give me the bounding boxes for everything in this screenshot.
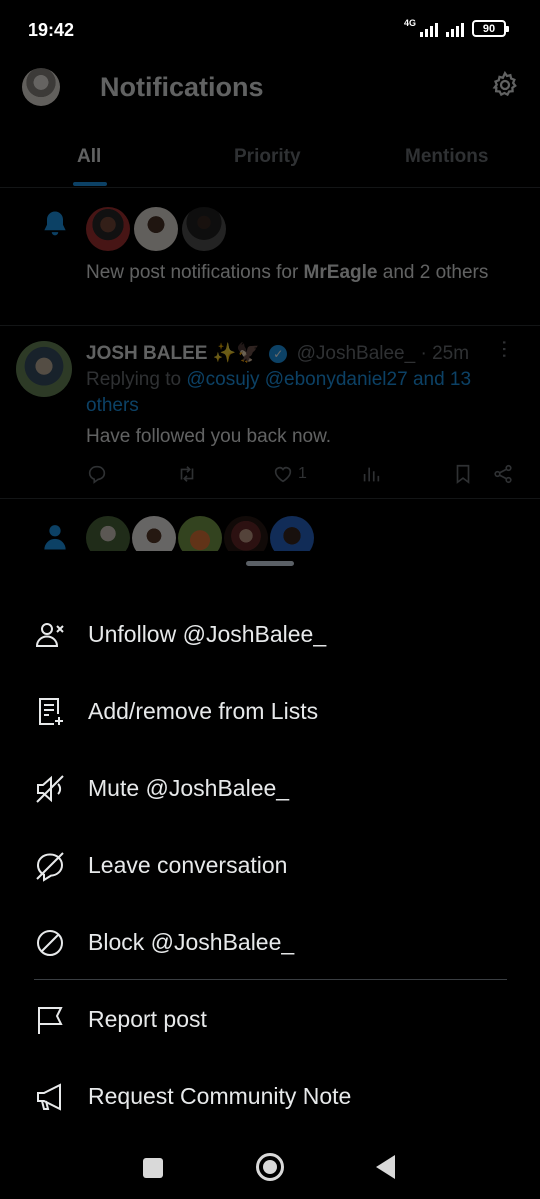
status-bar: 19:42 4G 90 <box>0 0 540 60</box>
home-button[interactable] <box>256 1153 284 1181</box>
status-icons: 4G 90 <box>403 17 509 37</box>
avatar-group <box>86 207 226 251</box>
tab-priority[interactable]: Priority <box>234 146 301 168</box>
status-time: 19:42 <box>28 20 75 40</box>
community-note-label: Request Community Note <box>88 1083 352 1109</box>
tab-indicator <box>73 182 107 186</box>
author-avatar[interactable] <box>16 341 72 397</box>
author-name[interactable]: JOSH BALEE <box>86 343 207 364</box>
report-label: Report post <box>88 1006 207 1032</box>
tab-all[interactable]: All <box>77 146 101 168</box>
tab-mentions[interactable]: Mentions <box>405 146 488 168</box>
views-icon[interactable] <box>360 463 382 485</box>
signal-icon <box>420 21 438 37</box>
replying-to: Replying to @cosujy @ebonydaniel27 and 1… <box>86 367 516 419</box>
system-nav-bar <box>0 1138 540 1199</box>
lists-menu-item[interactable]: Add/remove from Lists <box>0 682 540 742</box>
top-app-bar: Notifications <box>0 60 540 116</box>
action-sheet: Unfollow @JoshBalee_ Add/remove from Lis… <box>0 551 540 1199</box>
author-emoji: ✨🦅 <box>212 343 261 364</box>
tweet-time: · 25m <box>420 343 470 364</box>
network-type: 4G <box>403 17 416 28</box>
lists-label: Add/remove from Lists <box>88 698 319 724</box>
profile-avatar[interactable] <box>22 68 60 106</box>
back-button[interactable] <box>376 1155 395 1179</box>
mute-icon <box>36 775 64 803</box>
author-handle: @JoshBalee_ <box>296 343 416 364</box>
heart-icon <box>274 466 292 483</box>
mute-label: Mute @JoshBalee_ <box>88 775 290 801</box>
tab-bar: All Priority Mentions <box>0 130 540 188</box>
community-note-menu-item[interactable]: Request Community Note <box>0 1067 540 1127</box>
repost-icon[interactable] <box>176 463 198 485</box>
divider <box>34 979 507 980</box>
battery-icon: 90 <box>472 20 509 37</box>
block-label: Block @JoshBalee_ <box>88 929 295 955</box>
replying-prefix: Replying to <box>86 369 182 390</box>
unfollow-label: Unfollow @JoshBalee_ <box>88 621 327 647</box>
person-icon <box>44 525 66 550</box>
page-title: Notifications <box>100 72 264 102</box>
bell-icon <box>44 211 66 236</box>
avatar[interactable] <box>182 207 226 251</box>
megaphone-icon <box>37 1083 61 1111</box>
avatar[interactable] <box>86 207 130 251</box>
bookmark-icon[interactable] <box>452 463 474 485</box>
reply-icon[interactable] <box>86 463 108 485</box>
share-icon[interactable] <box>492 463 514 485</box>
notification-bold-name: MrEagle <box>303 262 378 283</box>
unfollow-icon <box>35 623 64 647</box>
unfollow-menu-item[interactable]: Unfollow @JoshBalee_ <box>0 605 540 665</box>
flag-icon <box>38 1007 63 1034</box>
report-menu-item[interactable]: Report post <box>0 990 540 1050</box>
mute-menu-item[interactable]: Mute @JoshBalee_ <box>0 759 540 819</box>
tweet-actions: 1 <box>86 463 516 487</box>
leave-conversation-menu-item[interactable]: Leave conversation <box>0 836 540 896</box>
lists-icon <box>39 698 63 725</box>
gear-icon[interactable] <box>490 70 520 100</box>
tweet-text: Have followed you back now. <box>86 426 332 447</box>
notification-text: New post notifications for MrEagle and 2… <box>86 259 506 286</box>
signal-icon-2 <box>446 21 464 37</box>
notification-text-prefix: New post notifications for <box>86 262 304 283</box>
like-button[interactable]: 1 <box>272 463 307 485</box>
tweet-row[interactable]: JOSH BALEE ✨🦅 ✓ @JoshBalee_ · 25m ⋯ Repl… <box>0 327 540 499</box>
block-menu-item[interactable]: Block @JoshBalee_ <box>0 913 540 973</box>
leave-conversation-icon <box>36 852 64 882</box>
leave-conversation-label: Leave conversation <box>88 852 288 878</box>
notification-row[interactable]: New post notifications for MrEagle and 2… <box>0 189 540 326</box>
tweet-header: JOSH BALEE ✨🦅 ✓ @JoshBalee_ · 25m <box>86 341 469 365</box>
more-options-icon[interactable]: ⋯ <box>492 339 516 357</box>
recents-button[interactable] <box>143 1158 163 1178</box>
verified-icon: ✓ <box>269 345 288 363</box>
notification-text-suffix: and 2 others <box>377 262 489 283</box>
like-count: 1 <box>298 465 307 482</box>
drag-handle[interactable] <box>246 561 294 566</box>
block-icon <box>37 930 63 956</box>
avatar[interactable] <box>134 207 178 251</box>
